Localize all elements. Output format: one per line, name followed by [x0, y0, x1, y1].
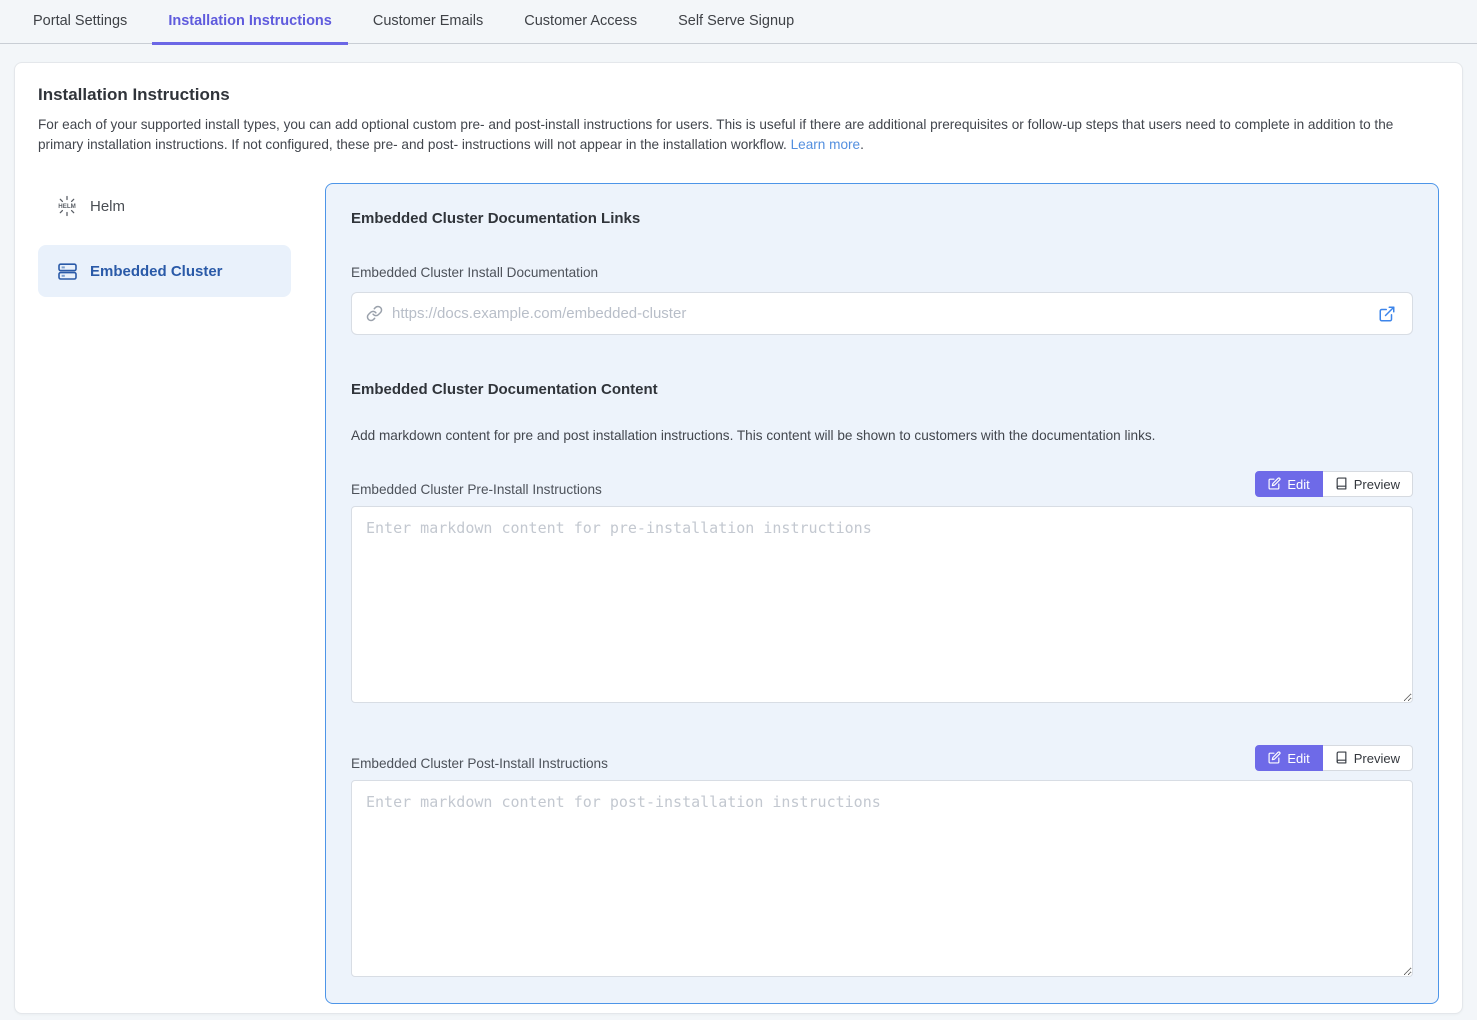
doc-content-description: Add markdown content for pre and post in… [351, 428, 1413, 443]
pre-install-preview-button[interactable]: Preview [1323, 471, 1413, 497]
edit-icon [1268, 751, 1281, 766]
pre-install-header: Embedded Cluster Pre-Install Instruction… [351, 471, 1413, 497]
tab-installation-instructions[interactable]: Installation Instructions [152, 0, 348, 45]
embedded-cluster-panel: Embedded Cluster Documentation Links Emb… [325, 183, 1439, 1004]
main-card: Installation Instructions For each of yo… [14, 62, 1463, 1014]
learn-more-period: . [860, 137, 864, 152]
external-link-icon[interactable] [1376, 303, 1398, 325]
preview-button-label: Preview [1354, 752, 1400, 765]
install-doc-url-input[interactable] [392, 305, 1376, 322]
edit-button-label: Edit [1287, 478, 1309, 491]
post-install-edit-button[interactable]: Edit [1255, 745, 1322, 771]
edit-icon [1268, 477, 1281, 492]
server-icon [56, 260, 78, 282]
install-type-sidebar: HELM Helm Embedded Cluster [38, 183, 291, 313]
post-install-textarea[interactable] [351, 780, 1413, 977]
link-icon [366, 305, 383, 322]
tab-customer-emails[interactable]: Customer Emails [357, 0, 499, 45]
sidebar-item-label: Embedded Cluster [90, 263, 223, 280]
pre-install-edit-button[interactable]: Edit [1255, 471, 1322, 497]
pre-install-textarea[interactable] [351, 506, 1413, 703]
install-doc-label: Embedded Cluster Install Documentation [351, 265, 1413, 280]
tab-portal-settings[interactable]: Portal Settings [17, 0, 143, 45]
install-doc-url-field [351, 292, 1413, 335]
edit-button-label: Edit [1287, 752, 1309, 765]
page-title: Installation Instructions [38, 85, 1439, 105]
preview-button-label: Preview [1354, 478, 1400, 491]
doc-content-heading: Embedded Cluster Documentation Content [351, 381, 1413, 398]
page-description: For each of your supported install types… [38, 115, 1439, 155]
book-icon [1335, 751, 1348, 766]
doc-links-heading: Embedded Cluster Documentation Links [351, 210, 1413, 227]
helm-icon: HELM [56, 195, 78, 217]
learn-more-link[interactable]: Learn more [791, 137, 861, 152]
tab-self-serve-signup[interactable]: Self Serve Signup [662, 0, 810, 45]
pre-install-mode-toggle: Edit Preview [1255, 471, 1413, 497]
post-install-mode-toggle: Edit Preview [1255, 745, 1413, 771]
book-icon [1335, 477, 1348, 492]
pre-install-label: Embedded Cluster Pre-Install Instruction… [351, 482, 602, 497]
sidebar-item-label: Helm [90, 198, 125, 215]
sidebar-item-embedded-cluster[interactable]: Embedded Cluster [38, 245, 291, 297]
page-description-text: For each of your supported install types… [38, 117, 1393, 152]
tab-customer-access[interactable]: Customer Access [508, 0, 653, 45]
post-install-header: Embedded Cluster Post-Install Instructio… [351, 745, 1413, 771]
post-install-preview-button[interactable]: Preview [1323, 745, 1413, 771]
content-row: HELM Helm Embedded Cluster [38, 183, 1439, 1004]
post-install-label: Embedded Cluster Post-Install Instructio… [351, 756, 608, 771]
sidebar-item-helm[interactable]: HELM Helm [38, 183, 291, 229]
svg-text:HELM: HELM [58, 203, 76, 210]
top-tab-bar: Portal Settings Installation Instruction… [0, 0, 1477, 44]
